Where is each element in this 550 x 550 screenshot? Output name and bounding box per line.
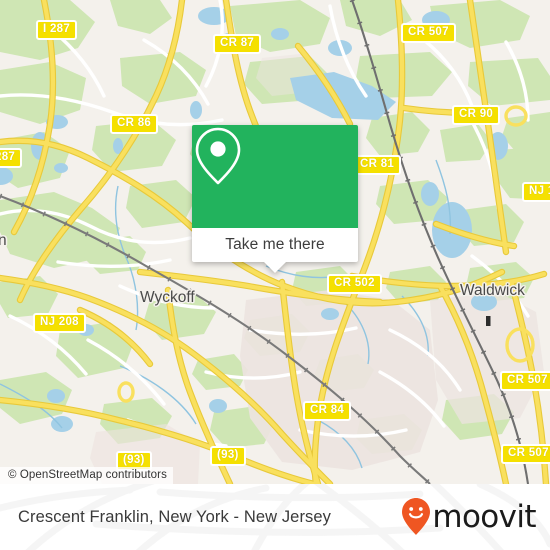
road-shield[interactable]: CR 84 [303, 401, 352, 421]
road-shield[interactable]: (93) [210, 446, 246, 466]
take-me-there-label: Take me there [225, 236, 325, 253]
map-pin-icon [195, 127, 241, 185]
road-shield[interactable]: CR 507 [500, 371, 550, 391]
moovit-smiley-pin-icon [402, 498, 431, 535]
road-shield[interactable]: NJ 17 [522, 182, 550, 202]
moovit-wordmark: moovit [432, 498, 536, 535]
popup-pointer [264, 262, 286, 273]
osm-attribution[interactable]: © OpenStreetMap contributors [0, 467, 173, 484]
road-shield[interactable]: 287 [0, 148, 23, 168]
place-label-clipped: n [0, 232, 7, 249]
popup-action-bar[interactable]: Take me there [192, 228, 358, 262]
moovit-map-screenshot: I 287 CR 87 CR 507 CR 86 CR 90 287 CR 81… [0, 0, 550, 550]
road-shield[interactable]: CR 502 [327, 274, 382, 294]
road-shield[interactable]: NJ 208 [33, 313, 86, 333]
moovit-brand[interactable]: moovit [401, 497, 537, 537]
place-label-waldwick: Waldwick [460, 282, 525, 299]
map-canvas[interactable]: I 287 CR 87 CR 507 CR 86 CR 90 287 CR 81… [0, 0, 550, 484]
destination-popup[interactable]: Take me there [192, 125, 358, 273]
location-title: Crescent Franklin, New York - New Jersey [18, 507, 332, 526]
popup-header [192, 125, 358, 228]
road-shield[interactable]: CR 507 [501, 444, 550, 464]
footer-bar: Crescent Franklin, New York - New Jersey… [0, 484, 550, 550]
road-shield[interactable]: CR 87 [213, 34, 262, 54]
road-shield[interactable]: CR 90 [452, 105, 501, 125]
place-label-wyckoff: Wyckoff [140, 289, 195, 306]
road-shield[interactable]: I 287 [36, 20, 78, 40]
road-shield[interactable]: CR 86 [110, 114, 159, 134]
road-shield[interactable]: CR 507 [401, 23, 456, 43]
road-shield[interactable]: CR 81 [353, 155, 402, 175]
